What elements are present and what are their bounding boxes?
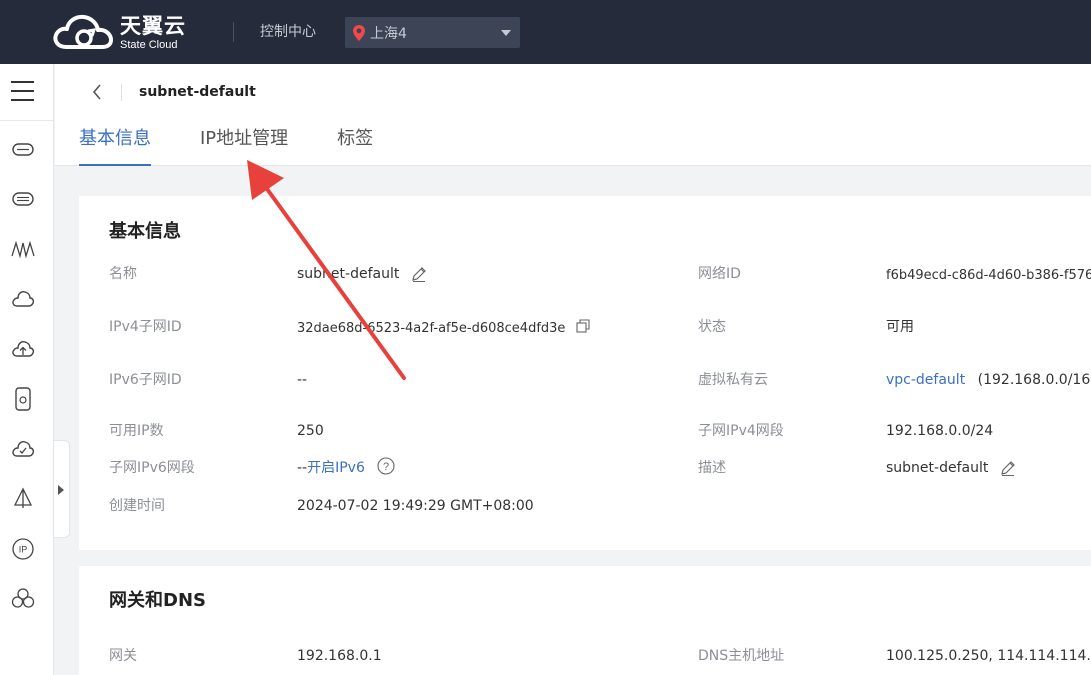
basic-info-title: 基本信息 (109, 221, 181, 242)
cloud-check-icon[interactable] (10, 436, 36, 462)
tab-tags[interactable]: 标签 (337, 126, 373, 166)
left-sidebar: IP (0, 64, 54, 675)
cloud-logo-icon (53, 14, 113, 49)
available-ip-value: 250 (297, 423, 324, 439)
gateway-value: 192.168.0.1 (297, 648, 382, 664)
svg-text:IP: IP (19, 545, 28, 555)
vpc-value: vpc-default (192.168.0.0/16) (886, 370, 1091, 390)
vpc-link[interactable]: vpc-default (886, 372, 965, 388)
tab-ip-address-management[interactable]: IP地址管理 (200, 126, 288, 166)
status-value: 可用 (886, 319, 914, 335)
gateway-dns-card: 网关和DNS 网关 192.168.0.1 DNS主机地址 100.125.0.… (79, 566, 1091, 675)
ip-icon[interactable]: IP (10, 536, 36, 562)
ipv4-cidr-label: 子网IPv4网段 (698, 423, 784, 439)
svg-text:?: ? (383, 461, 389, 473)
vpc-label: 虚拟私有云 (698, 372, 768, 388)
cloud-disk-icon[interactable] (10, 186, 36, 212)
description-text: subnet-default (886, 460, 989, 476)
tab-basic-info[interactable]: 基本信息 (79, 126, 151, 166)
ipv6-cidr-prefix: -- (297, 460, 308, 476)
network-id-value: f6b49ecd-c86d-4d60-b386-f576 (886, 268, 1091, 283)
ipv6-cidr-value: --开启IPv6 ? (297, 457, 395, 478)
chevron-down-icon (501, 30, 511, 36)
description-label: 描述 (698, 460, 726, 476)
top-bar: 天翼云 State Cloud 控制中心 上海4 (0, 0, 1091, 64)
topbar-divider (233, 22, 234, 42)
ipv4-subnet-id-value: 32dae68d-6523-4a2f-af5e-d608ce4dfd3e (297, 318, 591, 339)
tab-bar: 基本信息 IP地址管理 标签 (79, 126, 422, 166)
hamburger-menu-icon[interactable] (11, 81, 35, 103)
description-value: subnet-default (886, 458, 1017, 478)
page-title: subnet-default (139, 84, 256, 100)
ipv4-subnet-id-text: 32dae68d-6523-4a2f-af5e-d608ce4dfd3e (297, 321, 566, 336)
cloud-upload-icon[interactable] (10, 336, 36, 362)
sidebar-collapse-handle[interactable] (54, 440, 70, 538)
gateway-dns-title: 网关和DNS (109, 590, 206, 611)
name-text: subnet-default (297, 266, 400, 282)
edit-pencil-icon[interactable] (999, 459, 1017, 477)
ipv6-subnet-id-value: -- (297, 372, 308, 388)
name-value: subnet-default (297, 264, 428, 284)
header-divider (121, 84, 122, 101)
ipv4-subnet-id-label: IPv4子网ID (109, 319, 182, 335)
storage-icon[interactable] (10, 386, 36, 412)
location-pin-icon (353, 24, 365, 41)
cloud-icon[interactable] (10, 286, 36, 312)
copy-icon[interactable] (575, 318, 591, 334)
dns-label: DNS主机地址 (698, 648, 785, 664)
region-label: 上海4 (370, 25, 407, 42)
available-ip-label: 可用IP数 (109, 423, 164, 439)
vpc-cidr: (192.168.0.0/16) (977, 372, 1091, 388)
ipv6-cidr-label: 子网IPv6网段 (109, 460, 195, 476)
cloud-server-icon[interactable] (10, 136, 36, 162)
sail-icon[interactable] (10, 486, 36, 512)
logo-cn-text: 天翼云 (120, 13, 186, 38)
basic-info-card: 基本信息 名称 subnet-default 网络ID f6b49ecd-c86… (79, 196, 1091, 550)
logo-en-text: State Cloud (120, 38, 178, 51)
name-label: 名称 (109, 266, 137, 282)
cluster-icon[interactable] (10, 586, 36, 612)
created-time-value: 2024-07-02 19:49:29 GMT+08:00 (297, 498, 534, 514)
console-link[interactable]: 控制中心 (260, 22, 316, 42)
network-icon[interactable] (10, 236, 36, 262)
ipv6-subnet-id-label: IPv6子网ID (109, 372, 182, 388)
help-question-icon[interactable]: ? (377, 457, 395, 475)
enable-ipv6-link[interactable]: 开启IPv6 (307, 460, 365, 476)
status-label: 状态 (698, 319, 726, 335)
sidebar-divider (0, 120, 54, 121)
state-cloud-logo[interactable]: 天翼云 State Cloud (52, 12, 202, 54)
network-id-label: 网络ID (698, 266, 741, 282)
ipv4-cidr-value: 192.168.0.0/24 (886, 423, 994, 439)
page-header: subnet-default 基本信息 IP地址管理 标签 (55, 64, 1091, 166)
created-time-label: 创建时间 (109, 498, 165, 514)
region-selector[interactable]: 上海4 (345, 17, 520, 48)
back-arrow-icon[interactable] (89, 82, 105, 102)
edit-pencil-icon[interactable] (410, 265, 428, 283)
dns-value: 100.125.0.250, 114.114.114.114 (886, 648, 1091, 664)
gateway-label: 网关 (109, 648, 137, 664)
